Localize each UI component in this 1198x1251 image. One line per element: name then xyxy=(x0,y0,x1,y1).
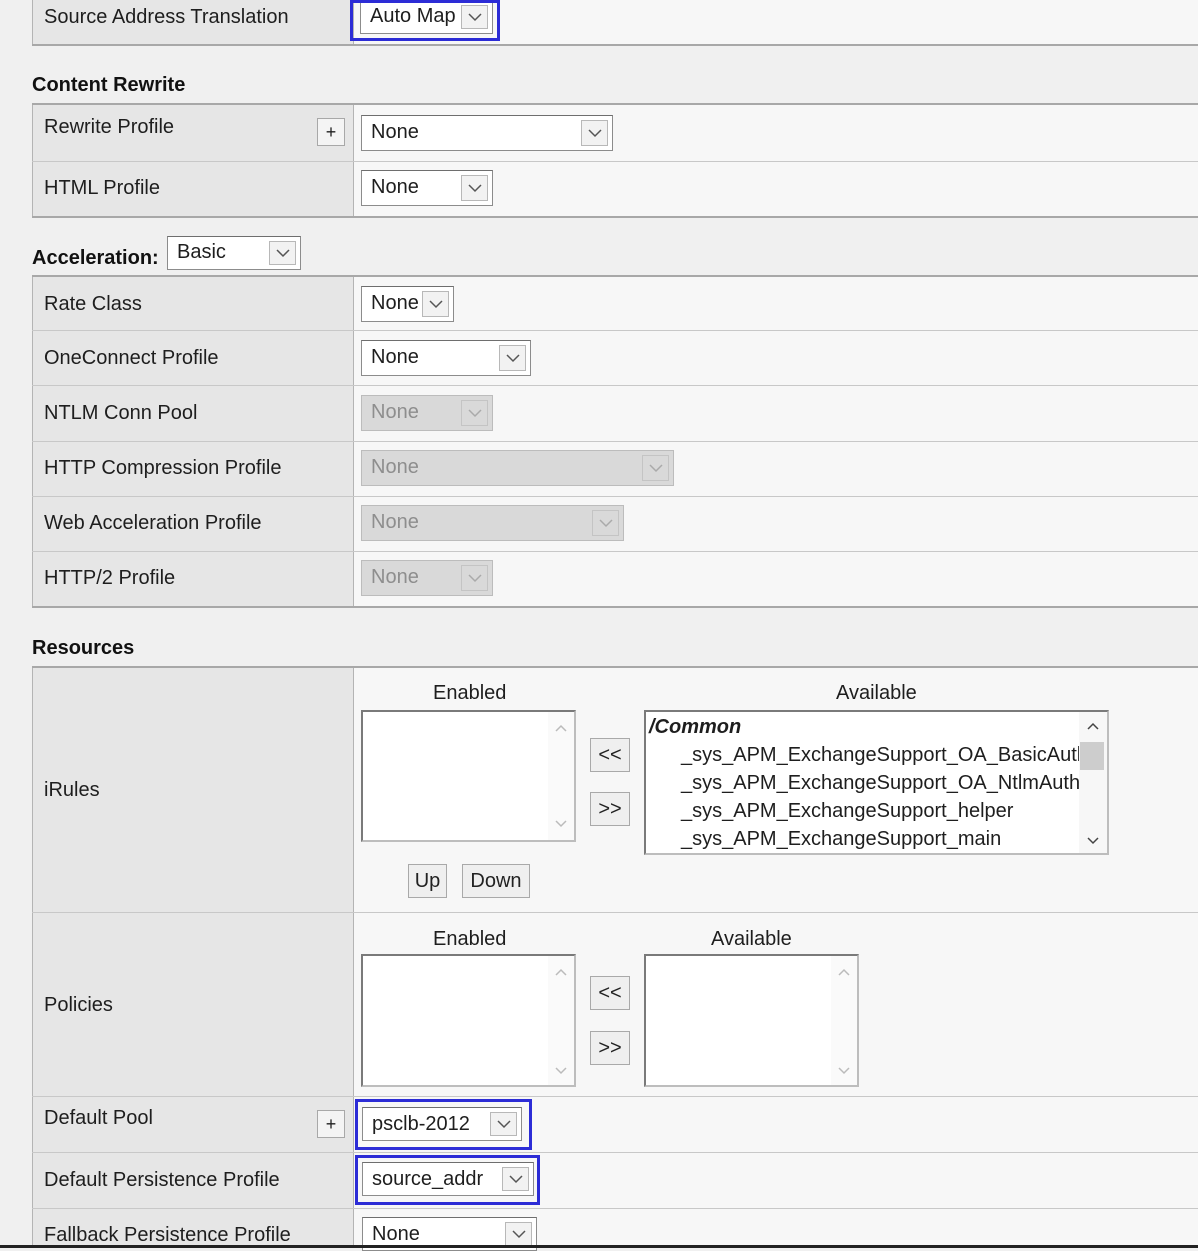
source-address-translation-label: Source Address Translation xyxy=(44,6,289,28)
irules-up-button[interactable]: Up xyxy=(408,864,447,898)
divider xyxy=(32,1208,1198,1209)
chevron-up-icon xyxy=(555,968,567,976)
irules-move-right-button[interactable]: >> xyxy=(590,792,630,826)
policies-available-header: Available xyxy=(711,928,792,950)
section-title-resources: Resources xyxy=(32,637,135,659)
policies-enabled-list[interactable] xyxy=(361,954,576,1087)
scrollbar[interactable] xyxy=(1079,712,1107,853)
select-value: None xyxy=(371,566,419,588)
chevron-up-icon xyxy=(1087,722,1099,730)
scrollbar[interactable] xyxy=(548,712,574,840)
chevron-up-icon xyxy=(838,968,850,976)
chevron-down-icon xyxy=(422,291,449,317)
list-group-label: /Common xyxy=(649,716,742,738)
select-value: None xyxy=(371,401,419,423)
rewrite-profile-label: Rewrite Profile xyxy=(44,116,175,138)
chevron-down-icon xyxy=(505,1222,532,1246)
chevron-down-icon xyxy=(461,175,488,201)
chevron-down-icon xyxy=(461,565,488,591)
chevron-down-icon xyxy=(838,1067,850,1075)
irules-label: iRules xyxy=(44,779,100,801)
ntlm-conn-pool-label: NTLM Conn Pool xyxy=(44,402,198,424)
highlight-box xyxy=(350,0,500,41)
list-item[interactable]: _sys_APM_ExchangeSupport_main xyxy=(681,828,1001,851)
highlight-box xyxy=(355,1099,532,1150)
divider xyxy=(32,496,1198,497)
divider xyxy=(32,330,1198,331)
highlight-box xyxy=(355,1155,540,1205)
divider xyxy=(32,1152,1198,1153)
section-title-acceleration: Acceleration: xyxy=(32,247,159,269)
irules-move-left-button[interactable]: << xyxy=(590,738,630,772)
ntlm-conn-pool-select[interactable]: None xyxy=(361,395,493,431)
select-value: None xyxy=(371,176,419,198)
select-value: None xyxy=(372,1223,420,1245)
policies-available-list[interactable] xyxy=(644,954,859,1087)
chevron-up-icon xyxy=(555,724,567,732)
chevron-down-icon xyxy=(555,820,567,828)
divider xyxy=(32,385,1198,386)
chevron-down-icon xyxy=(269,241,296,265)
divider xyxy=(32,441,1198,442)
default-persistence-profile-label: Default Persistence Profile xyxy=(44,1169,280,1191)
rewrite-profile-select[interactable]: None xyxy=(361,115,613,151)
scrollbar[interactable] xyxy=(831,956,857,1085)
select-value: None xyxy=(371,456,419,478)
fallback-persistence-profile-label: Fallback Persistence Profile xyxy=(44,1224,291,1246)
list-item[interactable]: _sys_APM_ExchangeSupport_helper xyxy=(681,800,1013,823)
http-compression-profile-label: HTTP Compression Profile xyxy=(44,457,282,479)
scrollbar[interactable] xyxy=(548,956,574,1085)
divider xyxy=(32,551,1198,552)
divider xyxy=(32,1096,1198,1097)
divider xyxy=(32,606,1198,608)
http2-profile-label: HTTP/2 Profile xyxy=(44,567,176,589)
chevron-down-icon xyxy=(581,120,608,146)
rate-class-select[interactable]: None xyxy=(361,286,454,322)
label-cell xyxy=(32,668,353,1248)
label-cell xyxy=(32,277,353,608)
list-item[interactable]: _sys_APM_ExchangeSupport_OA_NtlmAuth xyxy=(681,772,1080,795)
chevron-down-icon xyxy=(642,455,669,481)
acceleration-mode-select[interactable]: Basic xyxy=(167,236,301,270)
policies-move-left-button[interactable]: << xyxy=(590,976,630,1010)
select-value: None xyxy=(371,292,419,314)
irules-enabled-list[interactable] xyxy=(361,710,576,842)
select-value: Basic xyxy=(177,241,226,263)
http-compression-profile-select[interactable]: None xyxy=(361,450,674,486)
chevron-down-icon xyxy=(1087,837,1099,845)
html-profile-select[interactable]: None xyxy=(361,170,493,206)
select-value: None xyxy=(371,121,419,143)
policies-enabled-header: Enabled xyxy=(433,928,507,950)
default-pool-label: Default Pool xyxy=(44,1107,153,1129)
web-acceleration-profile-label: Web Acceleration Profile xyxy=(44,512,262,534)
irules-available-header: Available xyxy=(836,682,917,704)
select-value: None xyxy=(371,511,419,533)
chevron-down-icon xyxy=(461,400,488,426)
divider xyxy=(32,161,1198,162)
html-profile-label: HTML Profile xyxy=(44,177,160,199)
chevron-down-icon xyxy=(555,1067,567,1075)
irules-down-button[interactable]: Down xyxy=(462,864,530,898)
oneconnect-profile-label: OneConnect Profile xyxy=(44,347,219,369)
add-default-pool-button[interactable]: + xyxy=(317,1110,345,1138)
http2-profile-select[interactable]: None xyxy=(361,560,493,596)
scrollbar-thumb[interactable] xyxy=(1080,742,1104,770)
divider xyxy=(32,44,1198,46)
chevron-down-icon xyxy=(499,345,526,371)
value-cell xyxy=(353,277,1198,608)
divider xyxy=(32,912,1198,913)
irules-enabled-header: Enabled xyxy=(433,682,507,704)
divider xyxy=(32,216,1198,218)
rate-class-label: Rate Class xyxy=(44,293,142,315)
policies-move-right-button[interactable]: >> xyxy=(590,1031,630,1065)
oneconnect-profile-select[interactable]: None xyxy=(361,340,531,376)
list-item[interactable]: _sys_APM_ExchangeSupport_OA_BasicAuth xyxy=(681,744,1088,767)
section-title-content-rewrite: Content Rewrite xyxy=(32,74,186,96)
irules-available-list[interactable]: /Common _sys_APM_ExchangeSupport_OA_Basi… xyxy=(644,710,1109,855)
web-acceleration-profile-select[interactable]: None xyxy=(361,505,624,541)
add-rewrite-profile-button[interactable]: + xyxy=(317,118,345,146)
policies-label: Policies xyxy=(44,994,113,1016)
chevron-down-icon xyxy=(592,510,619,536)
select-value: None xyxy=(371,346,419,368)
